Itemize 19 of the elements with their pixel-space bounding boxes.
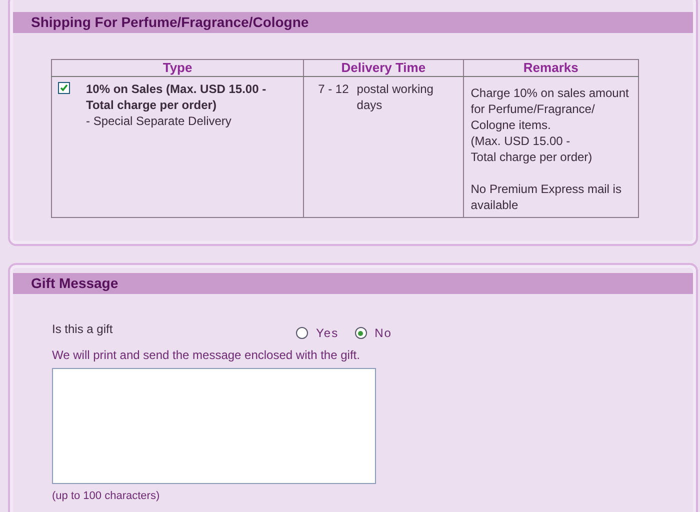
radio-label[interactable]: No [374,324,392,342]
gift-note: We will print and send the message enclosed with the gift. [52,347,361,364]
section-title: Shipping For Perfume/Fragrance/Cologne [13,12,693,33]
radio-button[interactable] [354,327,367,339]
message-field[interactable] [52,368,376,484]
delivery-unit: postal working days [356,81,434,113]
radio-button[interactable] [296,327,308,339]
remarks-text: Charge 10% on sales amount for Perfume/Fragrance/ Cologne items. (Max. USD 15.00 - Total charge per order) No Premium Express mail is available [470,85,629,213]
delivery-days: 7 - 12 [318,81,349,113]
column-header: Remarks [463,60,638,76]
section-title: Gift Message [13,273,693,294]
shipping-option: 10% on Sales (Max. USD 15.00 - Total charge per order) [86,81,276,113]
radio-label[interactable]: Yes [316,324,339,342]
option-note: - Special Separate Delivery [86,113,232,129]
checkbox[interactable] [58,82,70,94]
gift-question: Is this a gift [52,321,114,338]
column-header: Delivery Time [304,60,464,76]
column-header: Type [52,60,304,76]
character-limit: (up to 100 characters) [52,489,161,504]
